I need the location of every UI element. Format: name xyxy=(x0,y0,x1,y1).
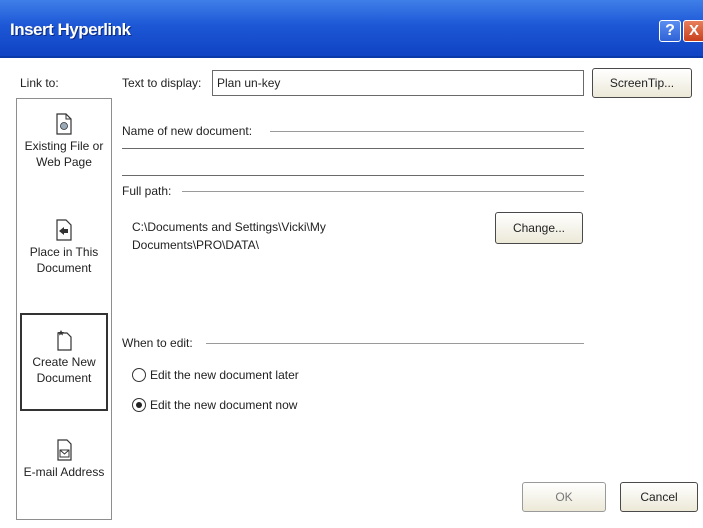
link-to-label: Link to: xyxy=(20,76,59,90)
screentip-button[interactable]: ScreenTip... xyxy=(592,68,692,98)
window-title: Insert Hyperlink xyxy=(10,20,131,39)
edit-later-option[interactable]: Edit the new document later xyxy=(132,368,299,382)
when-to-edit-divider xyxy=(206,343,584,344)
new-document-name-input[interactable] xyxy=(122,148,584,176)
full-path-line-1: C:\Documents and Settings\Vicki\My xyxy=(132,220,326,234)
full-path-value: C:\Documents and Settings\Vicki\My Docum… xyxy=(132,218,472,254)
new-document-name-label: Name of new document: xyxy=(122,124,253,138)
edit-later-label: Edit the new document later xyxy=(150,368,299,382)
place-existing-file-label: Existing File or Web Page xyxy=(24,139,104,169)
text-to-display-input[interactable] xyxy=(212,70,584,96)
change-button[interactable]: Change... xyxy=(495,212,583,244)
edit-now-label: Edit the new document now xyxy=(150,398,298,412)
title-bar[interactable]: Insert Hyperlink ? X xyxy=(0,0,703,58)
create-new-document-icon xyxy=(57,330,72,351)
existing-file-icon xyxy=(56,113,72,135)
place-in-document-icon xyxy=(56,219,72,241)
when-to-edit-label: When to edit: xyxy=(122,336,193,350)
place-in-this-document[interactable]: Place in This Document xyxy=(17,219,111,276)
full-path-label: Full path: xyxy=(122,184,172,198)
new-document-divider xyxy=(270,131,584,132)
text-to-display-label: Text to display: xyxy=(122,76,202,90)
cancel-button[interactable]: Cancel xyxy=(620,482,698,512)
insert-hyperlink-dialog: Insert Hyperlink ? X Link to: Existing F… xyxy=(0,0,703,528)
full-path-line-2: Documents\PRO\DATA\ xyxy=(132,238,259,252)
link-to-places-bar: Existing File or Web Page Place in This … xyxy=(16,98,112,520)
place-existing-file[interactable]: Existing File or Web Page xyxy=(17,113,111,170)
email-address-icon xyxy=(57,439,72,461)
edit-now-radio[interactable] xyxy=(132,398,146,412)
edit-later-radio[interactable] xyxy=(132,368,146,382)
help-button[interactable]: ? xyxy=(659,20,681,42)
edit-now-option[interactable]: Edit the new document now xyxy=(132,398,297,412)
place-in-this-document-label: Place in This Document xyxy=(29,245,99,275)
place-email-address-label: E-mail Address xyxy=(23,465,105,479)
close-button[interactable]: X xyxy=(683,20,703,42)
place-create-new-document[interactable]: Create New Document xyxy=(20,313,108,411)
place-create-new-document-label: Create New Document xyxy=(32,355,96,385)
ok-button[interactable]: OK xyxy=(522,482,606,512)
full-path-divider xyxy=(182,191,584,192)
place-email-address[interactable]: E-mail Address xyxy=(17,439,111,480)
